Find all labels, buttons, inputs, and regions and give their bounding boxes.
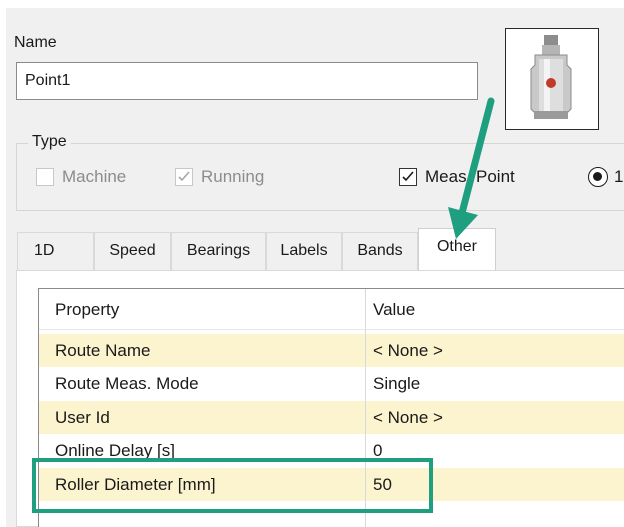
callout-highlight-box bbox=[32, 458, 433, 513]
grid-header-row: Property Value bbox=[39, 293, 624, 326]
tab-1d[interactable]: 1D bbox=[17, 232, 94, 270]
tab-labels[interactable]: Labels bbox=[266, 232, 342, 270]
running-checkbox-label: Running bbox=[201, 167, 265, 186]
tab-speed[interactable]: Speed bbox=[94, 232, 171, 270]
name-label: Name bbox=[14, 34, 57, 51]
property-value[interactable]: Single bbox=[373, 367, 420, 400]
radio-button[interactable] bbox=[588, 167, 608, 187]
property-value[interactable]: < None > bbox=[373, 334, 443, 367]
name-input[interactable]: Point1 bbox=[16, 62, 478, 100]
meas-point-checkbox[interactable] bbox=[399, 168, 417, 186]
table-row[interactable]: Route Meas. Mode Single bbox=[39, 367, 624, 400]
radio-label: 1 bbox=[614, 167, 624, 186]
header-divider bbox=[39, 329, 624, 330]
type-group-label: Type bbox=[28, 133, 71, 151]
checkmark-icon bbox=[178, 171, 190, 182]
checkmark-icon bbox=[402, 171, 414, 182]
callout-arrow-icon bbox=[448, 97, 495, 239]
property-value[interactable]: < None > bbox=[373, 401, 443, 434]
tab-bearings[interactable]: Bearings bbox=[171, 232, 266, 270]
machine-checkbox[interactable] bbox=[36, 168, 54, 186]
running-checkbox[interactable] bbox=[175, 168, 193, 186]
property-name: Route Name bbox=[55, 341, 151, 360]
property-name: Route Meas. Mode bbox=[55, 374, 199, 393]
machine-checkbox-label: Machine bbox=[62, 167, 127, 186]
tab-bands[interactable]: Bands bbox=[342, 232, 418, 270]
value-column-header[interactable]: Value bbox=[373, 293, 415, 326]
radio-selected-icon bbox=[593, 172, 602, 181]
sensor-image bbox=[505, 28, 599, 130]
table-row[interactable]: User Id < None > bbox=[39, 401, 624, 434]
table-row[interactable]: Route Name < None > bbox=[39, 334, 624, 367]
property-name: User Id bbox=[55, 408, 110, 427]
property-column-header[interactable]: Property bbox=[55, 293, 119, 326]
